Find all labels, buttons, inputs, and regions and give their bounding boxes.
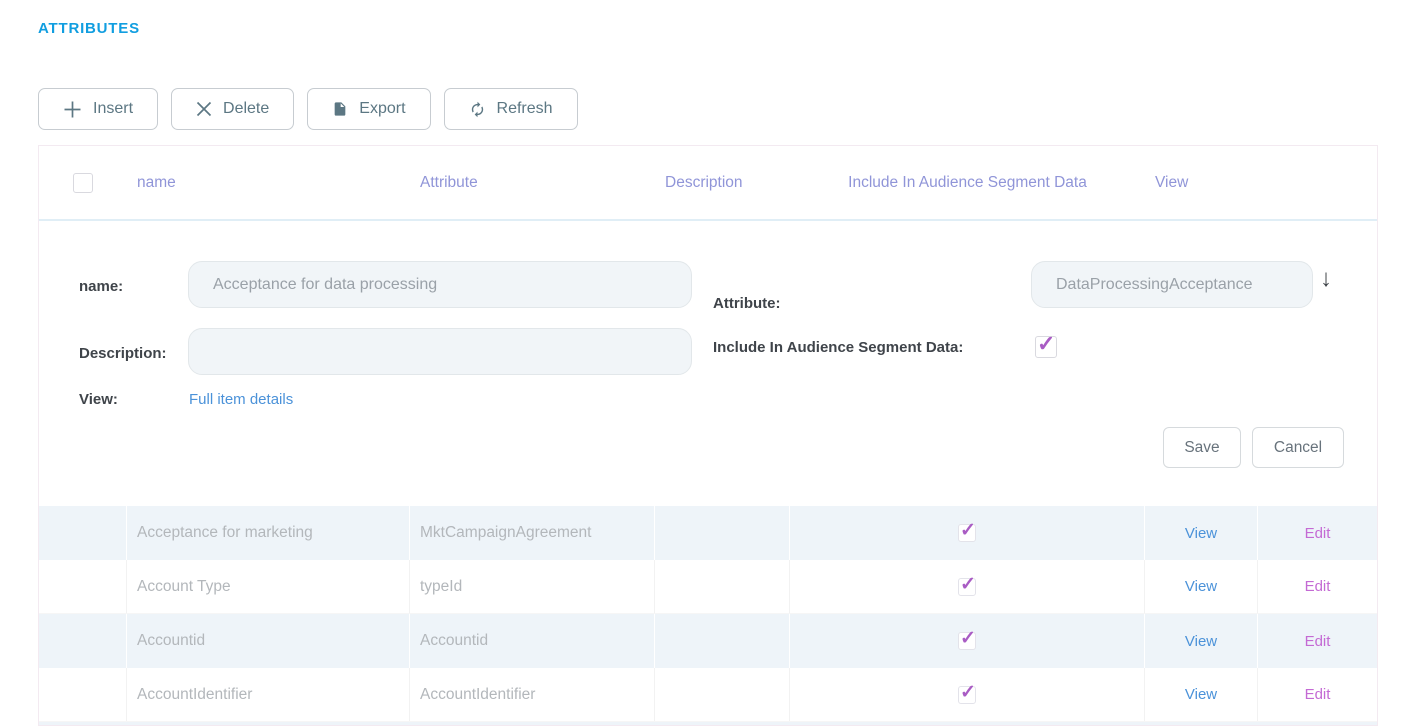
include-row-checkbox[interactable]: ✓ [958, 632, 976, 650]
check-icon: ✓ [960, 627, 976, 650]
row-attribute: MktCampaignAgreement [410, 506, 655, 560]
row-attribute: Accountid [410, 614, 655, 668]
description-input[interactable] [188, 328, 692, 375]
full-item-details-link[interactable]: Full item details [189, 391, 293, 408]
toolbar: Insert Delete Export Refresh [38, 88, 578, 130]
edit-link[interactable]: Edit [1305, 686, 1331, 703]
delete-button[interactable]: Delete [171, 88, 294, 130]
row-checkbox-cell [39, 614, 127, 668]
delete-button-label: Delete [223, 100, 269, 118]
row-name: AccountIdentifier [127, 668, 410, 721]
row-include-cell: ✓ [790, 560, 1145, 613]
row-edit-cell: Edit [1258, 506, 1377, 560]
view-link[interactable]: View [1185, 525, 1217, 542]
row-checkbox-cell [39, 668, 127, 721]
header-name[interactable]: name [127, 146, 410, 219]
row-name: Account Type [127, 560, 410, 613]
table-header-row: ✓ name Attribute Description Include In … [39, 146, 1377, 221]
export-button-label: Export [359, 100, 405, 118]
page-title: ATTRIBUTES [38, 20, 140, 37]
row-edit-cell: Edit [1258, 560, 1377, 613]
table-row[interactable]: Acceptance for marketing MktCampaignAgre… [39, 506, 1377, 560]
include-row-checkbox[interactable]: ✓ [958, 524, 976, 542]
header-view[interactable]: View [1145, 146, 1258, 219]
cancel-button[interactable]: Cancel [1252, 427, 1344, 468]
row-include-cell: ✓ [790, 614, 1145, 668]
edit-link[interactable]: Edit [1305, 525, 1331, 542]
refresh-icon [469, 101, 486, 118]
insert-button[interactable]: Insert [38, 88, 158, 130]
row-include-cell: ✓ [790, 668, 1145, 721]
header-attribute[interactable]: Attribute [410, 146, 655, 219]
row-description [655, 668, 790, 721]
name-input[interactable] [188, 261, 692, 308]
check-icon: ✓ [960, 519, 976, 542]
edit-link[interactable]: Edit [1305, 633, 1331, 650]
table-row[interactable]: Account Type typeId ✓ View Edit [39, 560, 1377, 614]
attribute-field-label: Attribute: [713, 295, 781, 312]
row-description [655, 614, 790, 668]
header-description[interactable]: Description [655, 146, 790, 219]
table-row-partial [39, 722, 1377, 726]
header-include[interactable]: Include In Audience Segment Data [790, 146, 1145, 219]
file-icon [332, 100, 348, 118]
header-edit-spacer [1258, 146, 1377, 219]
include-row-checkbox[interactable]: ✓ [958, 578, 976, 596]
plus-icon [63, 100, 82, 119]
row-view-cell: View [1145, 668, 1258, 721]
down-arrow-icon[interactable]: ↓ [1320, 267, 1332, 291]
view-field-label: View: [79, 391, 118, 408]
inline-edit-form: name: Attribute: ↓ Description: Include … [39, 221, 1377, 506]
row-attribute: typeId [410, 560, 655, 613]
attribute-dropdown[interactable] [1031, 261, 1313, 308]
include-field-label: Include In Audience Segment Data: [713, 339, 963, 356]
export-button[interactable]: Export [307, 88, 430, 130]
attributes-table: ✓ name Attribute Description Include In … [38, 145, 1378, 726]
save-button[interactable]: Save [1163, 427, 1241, 468]
row-name: Accountid [127, 614, 410, 668]
edit-link[interactable]: Edit [1305, 578, 1331, 595]
name-field-label: name: [79, 278, 123, 295]
check-icon: ✓ [960, 681, 976, 704]
view-link[interactable]: View [1185, 686, 1217, 703]
view-link[interactable]: View [1185, 633, 1217, 650]
description-field-label: Description: [79, 345, 167, 362]
header-checkbox-cell: ✓ [39, 146, 127, 219]
include-row-checkbox[interactable]: ✓ [958, 686, 976, 704]
check-icon: ✓ [1037, 331, 1055, 357]
row-name: Acceptance for marketing [127, 506, 410, 560]
row-edit-cell: Edit [1258, 614, 1377, 668]
x-icon [196, 101, 212, 117]
row-checkbox-cell [39, 560, 127, 613]
table-row[interactable]: AccountIdentifier AccountIdentifier ✓ Vi… [39, 668, 1377, 722]
row-view-cell: View [1145, 560, 1258, 613]
refresh-button[interactable]: Refresh [444, 88, 578, 130]
include-checkbox[interactable]: ✓ [1035, 336, 1057, 358]
row-edit-cell: Edit [1258, 668, 1377, 721]
check-icon: ✓ [960, 573, 976, 596]
table-row[interactable]: Accountid Accountid ✓ View Edit [39, 614, 1377, 668]
row-description [655, 506, 790, 560]
row-view-cell: View [1145, 614, 1258, 668]
attributes-page: ATTRIBUTES Insert Delete Export Refresh [0, 0, 1420, 726]
row-description [655, 560, 790, 613]
insert-button-label: Insert [93, 100, 133, 118]
row-view-cell: View [1145, 506, 1258, 560]
view-link[interactable]: View [1185, 578, 1217, 595]
row-include-cell: ✓ [790, 506, 1145, 560]
table-body: Acceptance for marketing MktCampaignAgre… [39, 506, 1377, 722]
row-attribute: AccountIdentifier [410, 668, 655, 721]
refresh-button-label: Refresh [497, 100, 553, 118]
select-all-checkbox[interactable]: ✓ [73, 173, 93, 193]
row-checkbox-cell [39, 506, 127, 560]
